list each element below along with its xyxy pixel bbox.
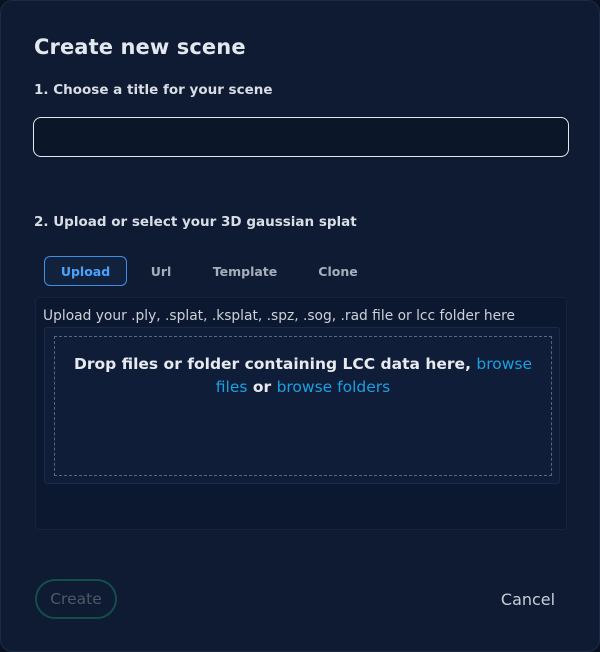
create-scene-dialog: Create new scene 1. Choose a title for y… (0, 0, 600, 652)
file-dropzone[interactable]: Drop files or folder containing LCC data… (54, 336, 552, 476)
tab-clone[interactable]: Clone (306, 256, 370, 286)
cancel-button[interactable]: Cancel (485, 584, 571, 614)
step2-label: 2. Upload or select your 3D gaussian spl… (34, 214, 357, 230)
tab-template[interactable]: Template (202, 256, 288, 286)
scene-title-input[interactable] (33, 117, 569, 157)
browse-folders-link[interactable]: browse folders (277, 378, 391, 396)
tab-upload[interactable]: Upload (44, 256, 127, 286)
dialog-title: Create new scene (34, 35, 246, 59)
upload-panel: Upload your .ply, .splat, .ksplat, .spz,… (35, 297, 567, 530)
step1-label: 1. Choose a title for your scene (34, 82, 273, 98)
dropzone-or: or (247, 378, 277, 396)
dropzone-container: Drop files or folder containing LCC data… (44, 327, 560, 484)
tab-url[interactable]: Url (138, 256, 184, 286)
dropzone-text: Drop files or folder containing LCC data… (55, 353, 551, 399)
dropzone-prefix: Drop files or folder containing LCC data… (73, 355, 477, 373)
create-button[interactable]: Create (35, 579, 117, 619)
upload-hint: Upload your .ply, .splat, .ksplat, .spz,… (43, 308, 515, 324)
